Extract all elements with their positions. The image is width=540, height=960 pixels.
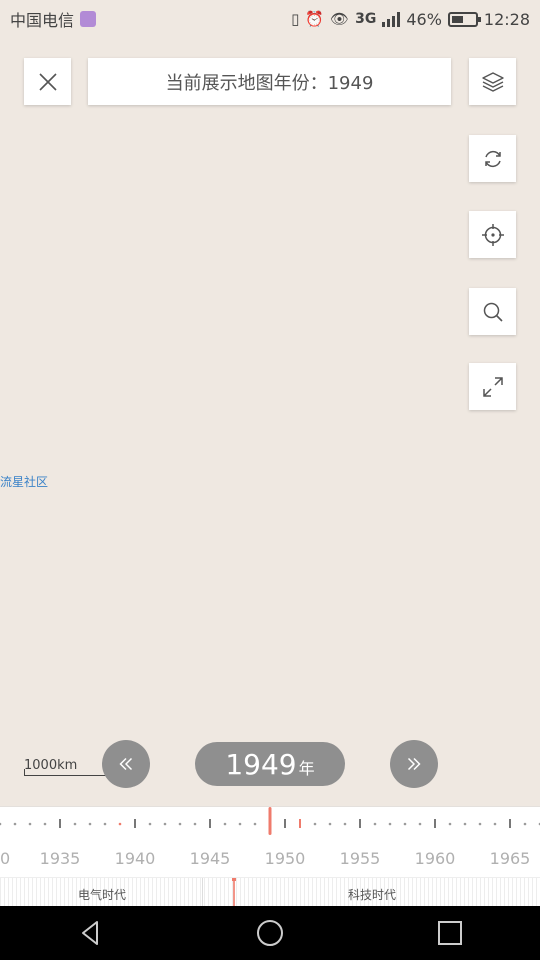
timeline-year-label[interactable]: 1955 (340, 849, 381, 868)
fullscreen-button[interactable] (469, 363, 516, 410)
map-year-title: 当前展示地图年份：1949 (88, 58, 451, 105)
era-divider (202, 878, 203, 908)
timeline-minor-tick[interactable] (148, 822, 152, 826)
timeline-current-year-marker[interactable] (268, 807, 272, 835)
carrier-name: 中国电信 (10, 11, 75, 30)
timeline-minor-tick[interactable] (43, 822, 47, 826)
home-icon[interactable] (255, 918, 285, 948)
era-label-electric[interactable]: 电气时代 (78, 886, 126, 903)
timeline-ticks[interactable] (0, 807, 540, 847)
timeline-year-label[interactable]: 1960 (415, 849, 456, 868)
timeline-year-labels: 0 1935 1940 1945 1950 1955 1960 1965 (0, 847, 540, 871)
timeline-minor-tick[interactable] (163, 822, 167, 826)
timeline-minor-tick[interactable] (13, 822, 17, 826)
timeline-minor-tick[interactable] (403, 822, 407, 826)
timeline-major-tick[interactable] (134, 819, 136, 828)
timeline-minor-tick[interactable] (343, 822, 347, 826)
eye-icon: 👁 (330, 9, 350, 28)
battery-percent: 46% (406, 9, 442, 29)
timeline-minor-tick[interactable] (73, 822, 77, 826)
timeline-minor-tick[interactable] (418, 822, 422, 826)
timeline-minor-tick[interactable] (253, 822, 257, 826)
timeline-year-label[interactable]: 1950 (265, 849, 306, 868)
close-button[interactable] (24, 58, 71, 105)
timeline-minor-tick[interactable] (328, 822, 332, 826)
layers-button[interactable] (469, 58, 516, 105)
timeline-minor-tick[interactable] (493, 822, 497, 826)
map-year-title-text: 当前展示地图年份：1949 (165, 72, 374, 94)
timeline-minor-tick[interactable] (103, 822, 107, 826)
timeline-minor-tick[interactable] (448, 822, 452, 826)
timeline-year-label[interactable]: 1945 (190, 849, 231, 868)
year-timeline[interactable]: 0 1935 1940 1945 1950 1955 1960 1965 电气时代 科技时代 (0, 806, 540, 908)
search-icon (483, 302, 503, 322)
era-label-technology[interactable]: 科技时代 (348, 886, 396, 903)
recent-apps-icon[interactable] (435, 918, 465, 948)
timeline-minor-tick[interactable] (178, 822, 182, 826)
era-current-marker (232, 878, 236, 908)
crosshair-icon (481, 223, 504, 246)
timeline-year-label[interactable]: 1965 (490, 849, 531, 868)
layers-icon (481, 71, 504, 92)
clock: 12:28 (483, 9, 530, 29)
timeline-minor-tick[interactable] (388, 822, 392, 826)
status-bar: 中国电信 ▯ ⏰ 👁 3G 46% 12:28 (0, 0, 540, 38)
alarm-icon: ⏰ (305, 9, 325, 28)
timeline-minor-tick[interactable] (373, 822, 377, 826)
timeline-major-tick[interactable] (509, 819, 511, 828)
selected-year-unit: 年 (298, 759, 315, 778)
timeline-major-tick[interactable] (434, 819, 436, 828)
app-notification-icon (80, 11, 97, 27)
system-nav-bar (0, 906, 540, 960)
timeline-year-label[interactable]: 0 (0, 849, 10, 868)
timeline-major-tick[interactable] (209, 819, 211, 828)
close-icon (38, 72, 57, 91)
timeline-minor-tick[interactable] (478, 822, 482, 826)
timeline-minor-tick[interactable] (88, 822, 92, 826)
fullscreen-icon (482, 376, 503, 397)
timeline-minor-tick[interactable] (238, 822, 242, 826)
battery-icon (447, 11, 481, 27)
timeline-minor-tick[interactable] (523, 822, 527, 826)
refresh-icon (484, 150, 501, 167)
refresh-button[interactable] (469, 135, 516, 182)
timeline-major-tick[interactable] (359, 819, 361, 828)
timeline-year-label[interactable]: 1940 (115, 849, 156, 868)
timeline-minor-tick[interactable] (28, 822, 32, 826)
timeline-major-tick[interactable] (284, 819, 286, 828)
timeline-highlight-tick[interactable] (299, 819, 301, 828)
network-type: 3G (355, 11, 377, 27)
next-year-button[interactable] (390, 740, 438, 788)
previous-year-button[interactable] (102, 740, 150, 788)
vibrate-icon: ▯ (291, 9, 300, 28)
selected-year: 1949 (225, 748, 297, 781)
signal-icon (382, 11, 401, 27)
timeline-minor-tick[interactable] (193, 822, 197, 826)
search-button[interactable] (469, 288, 516, 335)
double-chevron-left-icon (119, 757, 133, 771)
back-icon[interactable] (75, 918, 105, 948)
timeline-minor-tick[interactable] (223, 822, 227, 826)
timeline-minor-tick[interactable] (118, 822, 122, 826)
year-selector[interactable]: 1949 年 (195, 742, 345, 786)
map-place-label[interactable]: 流星社区 (0, 473, 48, 490)
timeline-year-label[interactable]: 1935 (40, 849, 81, 868)
double-chevron-right-icon (407, 757, 421, 771)
timeline-minor-tick[interactable] (463, 822, 467, 826)
timeline-minor-tick[interactable] (0, 822, 2, 826)
timeline-major-tick[interactable] (59, 819, 61, 828)
locate-button[interactable] (469, 211, 516, 258)
era-bar[interactable]: 电气时代 科技时代 (0, 877, 540, 908)
timeline-minor-tick[interactable] (313, 822, 317, 826)
